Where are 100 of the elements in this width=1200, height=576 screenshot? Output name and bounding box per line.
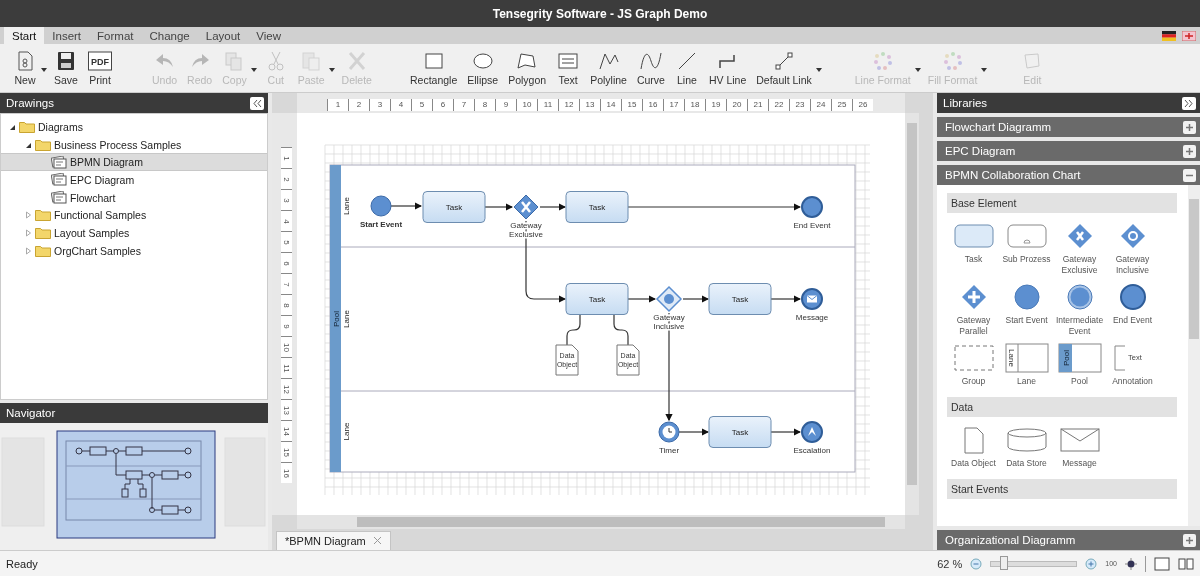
two-page-icon[interactable]	[1178, 557, 1194, 570]
caret-icon[interactable]	[41, 68, 47, 72]
library-section-header[interactable]: Organizational Diagramm	[937, 530, 1200, 550]
toolbar-button[interactable]: Line	[671, 50, 702, 86]
toolbar-button[interactable]: Save	[51, 50, 81, 86]
plus-icon[interactable]	[1183, 533, 1196, 547]
curve-icon	[638, 50, 663, 72]
toolbar-button[interactable]: Curve	[633, 50, 668, 86]
task-node: Task	[708, 283, 772, 315]
tree-item[interactable]: Flowchart	[1, 188, 267, 207]
toolbar-button[interactable]: New	[10, 50, 40, 86]
text-box-icon	[556, 50, 581, 72]
horizontal-scrollbar[interactable]	[297, 515, 905, 529]
menu-tab[interactable]: Insert	[44, 27, 90, 44]
connector-arrow	[682, 295, 710, 303]
message-icon[interactable]	[1057, 425, 1102, 455]
ruler-number: 13	[282, 405, 291, 415]
toolbar-button[interactable]: Default Link	[753, 50, 815, 86]
inclusive-gateway-shape	[655, 285, 683, 313]
close-icon[interactable]	[372, 536, 382, 545]
data-store-icon[interactable]	[1004, 425, 1049, 455]
menu-tab[interactable]: View	[248, 27, 290, 44]
status-text: Ready	[6, 557, 38, 570]
toolbar-button[interactable]: Text	[553, 50, 584, 86]
node-label: Escalation	[793, 446, 831, 455]
pool-icon[interactable]: Pool	[1057, 343, 1102, 373]
menu-tab[interactable]: Start	[4, 27, 45, 44]
group-header: Data	[947, 397, 1177, 417]
library-item-label: Gateway Inclusive	[1114, 254, 1151, 276]
library-item-label: Gateway Exclusive	[1060, 254, 1099, 276]
caret-icon[interactable]	[815, 68, 822, 72]
menu-tab[interactable]: Format	[89, 27, 142, 44]
zoom-slider-thumb[interactable]	[1000, 555, 1009, 570]
vertical-scrollbar[interactable]	[905, 113, 919, 515]
lane-icon[interactable]: Lane	[1004, 343, 1049, 373]
section-title: BPMN Collaboration Chart	[945, 169, 1081, 181]
zoom-in-icon[interactable]	[1085, 557, 1098, 570]
tree-item[interactable]: Layout Samples	[1, 224, 267, 242]
ruler-number: 16	[642, 99, 663, 111]
ruler-number: 23	[789, 99, 810, 111]
menu-tab[interactable]: Change	[141, 27, 198, 44]
node-label: Timer	[658, 446, 680, 455]
toolbar-button[interactable]: Polyline	[587, 50, 630, 86]
toolbar-button[interactable]: HV Line	[705, 50, 750, 86]
connector-arrow	[390, 202, 423, 210]
tree-item[interactable]: EPC Diagram	[1, 171, 267, 189]
node-label: Message	[795, 313, 829, 322]
ruler-number: 4	[390, 99, 411, 111]
ruler-number: 12	[558, 99, 579, 111]
collapsed-arrow-icon[interactable]	[25, 228, 32, 237]
library-item-label: Group	[961, 376, 986, 387]
task-icon[interactable]	[951, 221, 996, 251]
pdf-document-icon: PDF	[88, 50, 112, 72]
menu-tab[interactable]: Layout	[197, 27, 249, 44]
library-item-label: Annotation	[1112, 376, 1153, 387]
library-item-label: Message	[1062, 458, 1097, 469]
connector-arrow	[770, 295, 802, 303]
library-item-label: Gateway Parallel	[955, 315, 992, 337]
collapse-icon[interactable]	[250, 96, 264, 110]
tree-item[interactable]: Functional Samples	[1, 206, 267, 225]
library-section-header[interactable]: EPC Diagram	[937, 141, 1200, 161]
minus-icon[interactable]	[1183, 168, 1196, 182]
ruler-number: 6	[282, 260, 291, 266]
task-node: Task	[708, 416, 772, 448]
ruler-number: 15	[621, 99, 642, 111]
task-node: Task	[565, 191, 629, 223]
document-tab[interactable]: *BPMN Diagram	[276, 531, 391, 550]
ruler-number: 13	[579, 99, 600, 111]
library-item-label: End Event	[1112, 315, 1153, 326]
library-section-header[interactable]: BPMN Collaboration Chart	[937, 165, 1200, 185]
toolbar-button[interactable]: Polygon	[505, 50, 550, 86]
plus-icon[interactable]	[1183, 120, 1196, 134]
subprocess-icon[interactable]	[1004, 221, 1049, 251]
group-icon[interactable]	[951, 343, 996, 373]
toolbar-button[interactable]: Rectangle	[406, 50, 461, 86]
toolbar-button[interactable]: Ellipse	[464, 50, 502, 86]
tree-item[interactable]: BPMN Diagram	[1, 153, 267, 172]
vertical-scrollbar[interactable]	[1188, 185, 1200, 526]
tree-item[interactable]: Business Process Samples	[1, 135, 267, 154]
tree-item[interactable]: OrgChart Samples	[1, 241, 267, 260]
zoom-out-icon[interactable]	[970, 557, 983, 570]
connector-arrow	[539, 203, 567, 211]
flag-icon[interactable]	[1162, 30, 1176, 41]
timer-event-shape	[658, 421, 680, 443]
connector-arrow	[678, 428, 710, 436]
collapsed-arrow-icon[interactable]	[25, 211, 32, 220]
plus-icon[interactable]	[1183, 144, 1196, 158]
panel-title: Navigator	[6, 407, 56, 419]
start-event-circle	[370, 195, 392, 217]
fit-icon[interactable]	[1125, 557, 1137, 570]
tree-item[interactable]: Diagrams	[1, 118, 267, 136]
expand-icon[interactable]	[1182, 96, 1196, 110]
collapsed-arrow-icon[interactable]	[25, 246, 32, 255]
diagram-icon	[51, 155, 67, 169]
folder-icon	[35, 226, 51, 239]
toolbar-button[interactable]: PDF Print	[85, 50, 115, 86]
panel-title: Libraries	[943, 97, 988, 109]
library-section-header[interactable]: Flowchart Diagramm	[937, 117, 1200, 137]
ruler-number: 20	[726, 99, 747, 111]
single-page-icon[interactable]	[1154, 556, 1170, 571]
